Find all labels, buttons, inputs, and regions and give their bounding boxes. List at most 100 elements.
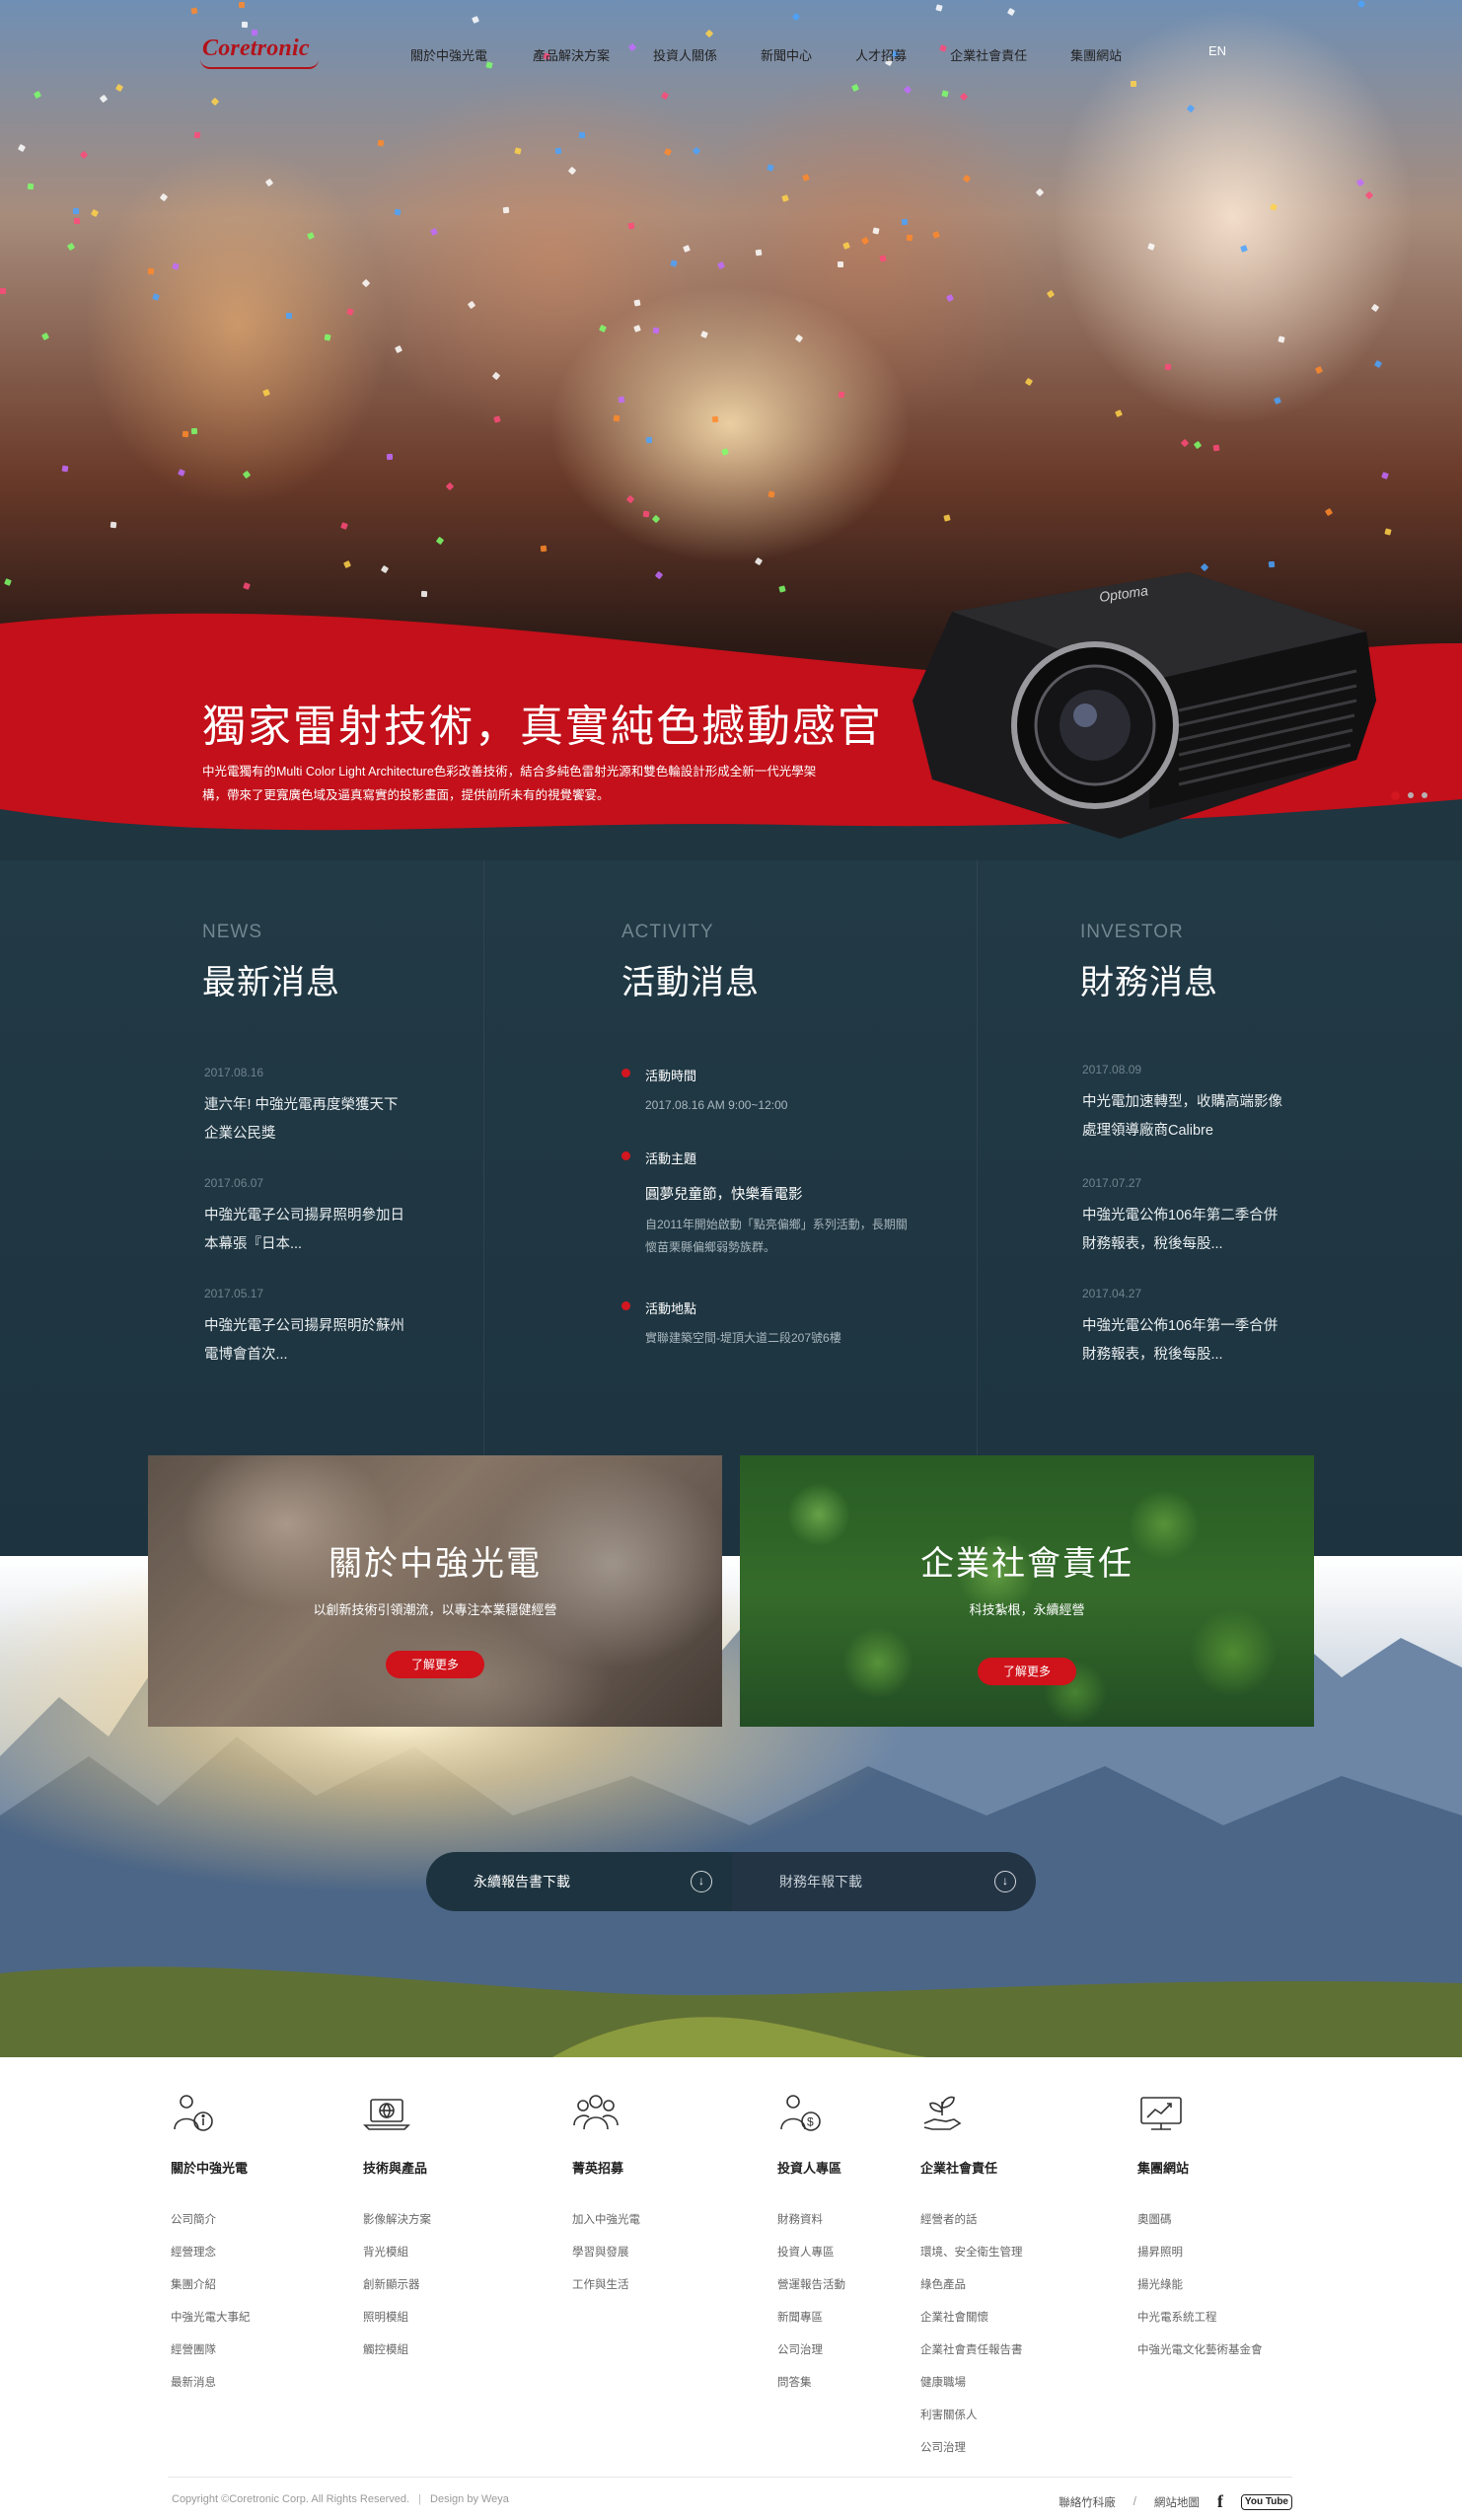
- promo-card-about[interactable]: 關於中強光電 以創新技術引領潮流，以專注本業穩健經營 了解更多: [148, 1455, 722, 1727]
- footer-link[interactable]: 最新消息: [171, 2367, 368, 2400]
- language-switch[interactable]: EN: [1208, 43, 1226, 58]
- nav-item-products[interactable]: 產品解決方案: [533, 45, 610, 64]
- nav-item-investors[interactable]: 投資人關係: [653, 45, 717, 64]
- activity-heading-en: ACTIVITY: [621, 922, 714, 942]
- learn-more-button[interactable]: 了解更多: [386, 1651, 484, 1678]
- footer-link[interactable]: 照明模組: [363, 2302, 560, 2335]
- promo-card-csr[interactable]: 企業社會責任 科技紮根，永續經營 了解更多: [740, 1455, 1314, 1727]
- column-divider: [483, 860, 484, 1556]
- footer-column-tech: 技術與產品 影像解決方案 背光模組 創新顯示器 照明模組 觸控模組: [363, 2092, 560, 2367]
- footer-link[interactable]: 觸控模組: [363, 2335, 560, 2367]
- confetti-piece: [159, 192, 169, 202]
- nav-item-careers[interactable]: 人才招募: [855, 45, 907, 64]
- main-nav: 關於中強光電 產品解決方案 投資人關係 新聞中心 人才招募 企業社會責任 集團網…: [410, 45, 1165, 64]
- investor-item[interactable]: 2017.07.27 中強光電公佈106年第二季合併財務報表，稅後每股...: [1082, 1176, 1289, 1259]
- confetti-piece: [324, 334, 331, 341]
- carousel-dot-3[interactable]: [1422, 792, 1427, 798]
- confetti-piece: [0, 288, 6, 294]
- nav-item-csr[interactable]: 企業社會責任: [950, 45, 1027, 64]
- confetti-piece: [377, 139, 385, 147]
- investor-title[interactable]: 中強光電公佈106年第一季合併財務報表，稅後每股...: [1082, 1312, 1289, 1370]
- design-credit[interactable]: Design by Weya: [430, 2493, 509, 2505]
- footer-link[interactable]: 綠色產品: [920, 2269, 1118, 2302]
- learn-more-button[interactable]: 了解更多: [978, 1658, 1076, 1685]
- footer-link[interactable]: 經營團隊: [171, 2335, 368, 2367]
- confetti-piece: [182, 430, 189, 438]
- footer-link[interactable]: 中光電系統工程: [1137, 2302, 1335, 2335]
- footer-utility-links: 聯絡竹科廠 / 網站地圖 f You Tube: [1059, 2491, 1292, 2512]
- confetti-piece: [1355, 178, 1365, 187]
- carousel-dot-1[interactable]: [1391, 791, 1400, 800]
- footer-link[interactable]: 背光模組: [363, 2237, 560, 2269]
- coretronic-logo[interactable]: Coretronic: [200, 36, 319, 69]
- sustainability-report-download[interactable]: 永續報告書下載 ↓: [426, 1852, 732, 1911]
- footer-link[interactable]: 經營理念: [171, 2237, 368, 2269]
- investor-item[interactable]: 2017.04.27 中強光電公佈106年第一季合併財務報表，稅後每股...: [1082, 1287, 1289, 1370]
- contact-link[interactable]: 聯絡竹科廠: [1059, 2494, 1116, 2510]
- facebook-icon[interactable]: f: [1217, 2491, 1223, 2512]
- investor-title[interactable]: 中強光電公佈106年第二季合併財務報表，稅後每股...: [1082, 1202, 1289, 1259]
- footer-link[interactable]: 企業社會責任報告書: [920, 2335, 1118, 2367]
- confetti-piece: [420, 590, 428, 598]
- confetti-piece: [642, 510, 650, 518]
- news-title[interactable]: 連六年! 中強光電再度榮獲天下企業公民獎: [204, 1091, 411, 1149]
- news-item[interactable]: 2017.06.07 中強光電子公司揚昇照明參加日本幕張『日本...: [204, 1176, 411, 1259]
- footer-link[interactable]: 公司治理: [920, 2432, 1118, 2465]
- investor-item[interactable]: 2017.08.09 中光電加速轉型，收購高端影像處理領導廠商Calibre: [1082, 1063, 1289, 1146]
- confetti-piece: [178, 469, 185, 477]
- activity-topic-title[interactable]: 圓夢兒童節，快樂看電影: [621, 1183, 917, 1204]
- nav-item-about[interactable]: 關於中強光電: [410, 45, 487, 64]
- team-icon: [573, 2095, 619, 2130]
- hero-banner: Coretronic 關於中強光電 產品解決方案 投資人關係 新聞中心 人才招募…: [0, 0, 1462, 860]
- news-title[interactable]: 中強光電子公司揚昇照明於蘇州電博會首次...: [204, 1312, 411, 1370]
- confetti-piece: [652, 327, 660, 334]
- confetti-piece: [193, 131, 201, 139]
- footer-link[interactable]: 利害關係人: [920, 2400, 1118, 2432]
- news-title[interactable]: 中強光電子公司揚昇照明參加日本幕張『日本...: [204, 1202, 411, 1259]
- promo-overlay: [148, 1455, 722, 1727]
- confetti-piece: [721, 448, 729, 456]
- footer-column-group: 集團網站 奧圖碼 揚昇照明 揚光綠能 中光電系統工程 中強光電文化藝術基金會: [1137, 2092, 1335, 2367]
- annual-report-download[interactable]: 財務年報下載 ↓: [732, 1852, 1036, 1911]
- news-item[interactable]: 2017.08.16 連六年! 中強光電再度榮獲天下企業公民獎: [204, 1066, 411, 1149]
- confetti-piece: [1370, 303, 1380, 313]
- logo-text: Coretronic: [202, 36, 310, 61]
- footer-link[interactable]: 影像解決方案: [363, 2204, 560, 2237]
- footer-link[interactable]: 集團介紹: [171, 2269, 368, 2302]
- footer-link[interactable]: 奧圖碼: [1137, 2204, 1335, 2237]
- carousel-dot-2[interactable]: [1408, 792, 1414, 798]
- footer-link[interactable]: 公司簡介: [171, 2204, 368, 2237]
- confetti-piece: [654, 570, 664, 580]
- download-icon: ↓: [994, 1871, 1016, 1892]
- footer-link[interactable]: 中強光電文化藝術基金會: [1137, 2335, 1335, 2367]
- confetti-piece: [1115, 409, 1123, 417]
- footer-link[interactable]: 經營者的話: [920, 2204, 1118, 2237]
- nav-item-group[interactable]: 集團網站: [1070, 45, 1122, 64]
- footer-link[interactable]: 環境、安全衛生管理: [920, 2237, 1118, 2269]
- footer-link[interactable]: 揚光綠能: [1137, 2269, 1335, 2302]
- activity-place-label: 活動地點: [621, 1298, 917, 1317]
- footer-link[interactable]: 工作與生活: [572, 2269, 769, 2302]
- confetti-piece: [838, 391, 845, 399]
- confetti-piece: [932, 231, 940, 239]
- footer-link[interactable]: 學習與發展: [572, 2237, 769, 2269]
- youtube-icon[interactable]: You Tube: [1240, 2493, 1292, 2510]
- confetti-piece: [860, 236, 870, 246]
- footer-link[interactable]: 揚昇照明: [1137, 2237, 1335, 2269]
- confetti-piece: [1046, 289, 1056, 299]
- activity-topic[interactable]: 活動主題 圓夢兒童節，快樂看電影 自2011年開始啟動「點亮偏鄉」系列活動，長期…: [621, 1149, 917, 1259]
- sitemap-link[interactable]: 網站地圖: [1154, 2494, 1200, 2510]
- footer-link[interactable]: 健康職場: [920, 2367, 1118, 2400]
- investor-title[interactable]: 中光電加速轉型，收購高端影像處理領導廠商Calibre: [1082, 1088, 1289, 1146]
- footer-link[interactable]: 創新顯示器: [363, 2269, 560, 2302]
- confetti-piece: [1274, 397, 1281, 405]
- footer-link[interactable]: 加入中強光電: [572, 2204, 769, 2237]
- footer-link[interactable]: 企業社會關懷: [920, 2302, 1118, 2335]
- confetti-piece: [943, 514, 951, 522]
- investor-date: 2017.08.09: [1082, 1063, 1142, 1076]
- news-item[interactable]: 2017.05.17 中強光電子公司揚昇照明於蘇州電博會首次...: [204, 1287, 411, 1370]
- confetti-piece: [17, 143, 27, 153]
- footer-link[interactable]: 中強光電大事紀: [171, 2302, 368, 2335]
- nav-item-news[interactable]: 新聞中心: [761, 45, 812, 64]
- footer-title: 菁英招募: [572, 2161, 624, 2176]
